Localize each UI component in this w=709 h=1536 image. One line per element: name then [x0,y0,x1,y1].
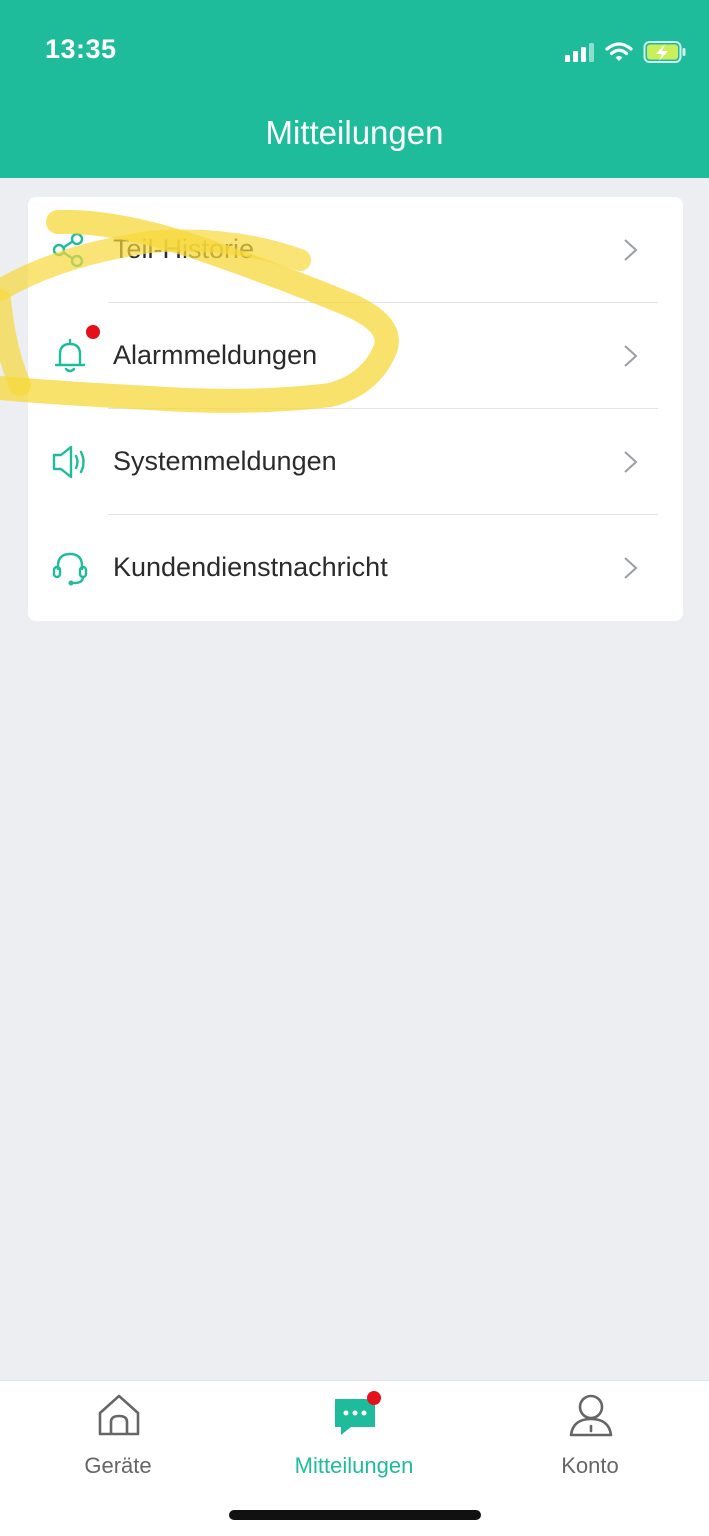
user-icon [569,1394,613,1437]
chevron-right-icon [624,557,638,579]
bell-icon [54,338,86,373]
menu-item-teil-historie[interactable]: Teil-Historie [28,197,683,303]
menu-item-kundendienstnachricht[interactable]: Kundendienstnachricht [28,515,683,621]
menu-item-label: Teil-Historie [113,234,255,264]
chevron-right-icon [624,345,638,367]
menu-item-alarmmeldungen[interactable]: Alarmmeldungen [28,303,683,409]
tab-mitteilungen[interactable]: Mitteilungen [264,1391,444,1481]
message-categories-list: Teil-Historie Alarmmeldungen Systemmeldu… [28,197,683,621]
home-indicator [229,1510,481,1520]
share-icon [52,232,84,268]
menu-item-label: Kundendienstnachricht [113,552,388,582]
status-time: 13:35 [45,34,117,64]
tab-label: Geräte [84,1453,152,1478]
chevron-right-icon [624,239,638,261]
menu-item-label: Alarmmeldungen [113,340,318,370]
battery-charging-icon [643,41,686,63]
tab-label: Konto [561,1453,619,1478]
status-icons [565,38,687,66]
signal-icon [565,43,594,62]
page-title: Mitteilungen [265,114,444,151]
tab-label: Mitteilungen [294,1453,414,1478]
menu-item-label: Systemmeldungen [113,446,337,476]
wifi-icon [605,42,633,61]
tab-geraete[interactable]: Geräte [28,1391,208,1481]
menu-item-systemmeldungen[interactable]: Systemmeldungen [28,409,683,515]
headset-icon [52,552,88,586]
unread-badge [86,325,100,339]
home-icon [98,1394,140,1436]
unread-badge [367,1391,381,1405]
app-header: 13:35 Mitteilungen [0,0,709,178]
chevron-right-icon [624,451,638,473]
tab-konto[interactable]: Konto [500,1391,680,1481]
speaker-icon [52,445,85,479]
